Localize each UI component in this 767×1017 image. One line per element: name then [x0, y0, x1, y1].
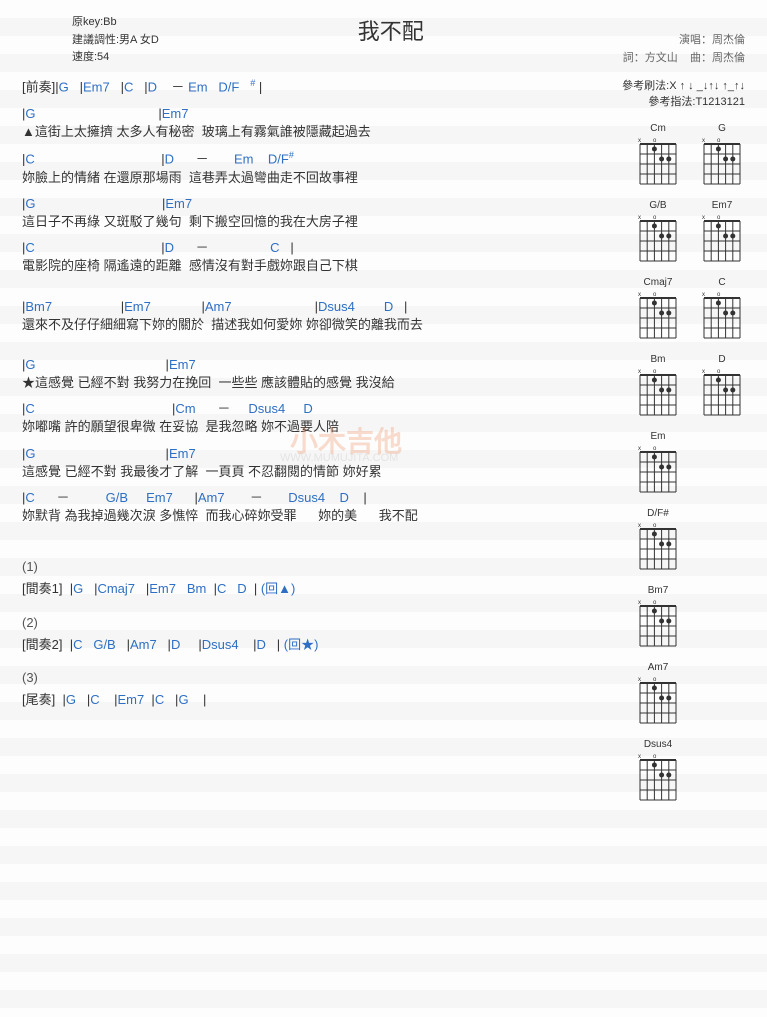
singer-line: 演唱：周杰倫 — [623, 32, 745, 50]
chord-label: Em — [635, 431, 681, 442]
chord-label: Am7 — [635, 662, 681, 673]
diagram-row: G/B x o Em7 — [635, 200, 745, 263]
lyric-line: 電影院的座椅 隔遙遠的距離 感情沒有對手戲妳跟自己下棋 — [22, 257, 595, 275]
line-block: |C |D － Em D/F#妳臉上的情緒 在還原那場雨 這巷弄太過彎曲走不回故… — [22, 149, 595, 187]
watermark-url: WWW.MUMUJITA.COM — [280, 452, 398, 464]
tempo: 速度:54 — [72, 49, 159, 67]
chord-label: Em7 — [699, 200, 745, 211]
lyric-line: 這感覺 已經不對 我最後才了解 一頁頁 不忍翻閱的情節 妳好累 — [22, 463, 595, 481]
line-block: |G |Em7▲這街上太擁擠 太多人有秘密 玻璃上有霧氣誰被隱藏起過去 — [22, 105, 595, 141]
outro-line: [間奏1] |G |Cmaj7 |Em7 Bm |C D | (回▲) — [22, 580, 595, 598]
chord-diagram-G: G x o — [699, 123, 745, 186]
chord-label: D — [699, 354, 745, 365]
svg-text:x: x — [702, 215, 705, 221]
pre-chorus: |Bm7 |Em7 |Am7 |Dsus4 D |還來不及仔仔細細寫下妳的關於 … — [22, 298, 595, 334]
svg-text:x: x — [638, 754, 641, 760]
chord-label: D/F# — [635, 508, 681, 519]
meta-right: 演唱：周杰倫 詞：方文山 曲：周杰倫 — [623, 14, 745, 67]
chord-line: |C |D － C | — [22, 239, 595, 257]
svg-text:x: x — [638, 600, 641, 606]
svg-text:x: x — [638, 677, 641, 683]
diagram-row: D/F# x o — [635, 508, 745, 571]
line-block: |G |Em7★這感覺 已經不對 我努力在挽回 一些些 應該體貼的感覺 我沒給 — [22, 356, 595, 392]
lyric-line: 這日子不再綠 又斑駁了幾句 剩下搬空回憶的我在大房子裡 — [22, 213, 595, 231]
lyric-line: ★這感覺 已經不對 我努力在挽回 一些些 應該體貼的感覺 我沒給 — [22, 374, 595, 392]
chord-label: G — [699, 123, 745, 134]
section-number: (1) — [22, 559, 595, 574]
chord-diagram-DF: D/F# x o — [635, 508, 681, 571]
meta-left: 原key:Bb 建議調性:男A 女D 速度:54 — [72, 14, 159, 67]
chord-line: |Bm7 |Em7 |Am7 |Dsus4 D | — [22, 298, 595, 316]
chord-diagram-Bm7: Bm7 x o — [635, 585, 681, 648]
chord-diagram-C: C x o — [699, 277, 745, 340]
pick-pattern: 參考指法:T1213121 — [545, 93, 745, 109]
chord-diagram-Cm: Cm x o — [635, 123, 681, 186]
chord-diagram-Em: Em x o — [635, 431, 681, 494]
diagram-row: Bm7 x o — [635, 585, 745, 648]
svg-text:x: x — [638, 292, 641, 298]
line-block: |Bm7 |Em7 |Am7 |Dsus4 D |還來不及仔仔細細寫下妳的關於 … — [22, 298, 595, 334]
diagram-row: Am7 x o — [635, 662, 745, 725]
outro-line: [尾奏] |G |C |Em7 |C |G | — [22, 691, 595, 709]
chord-diagram-Bm: Bm x o — [635, 354, 681, 417]
lyric-line: ▲這街上太擁擠 太多人有秘密 玻璃上有霧氣誰被隱藏起過去 — [22, 123, 595, 141]
svg-text:x: x — [702, 138, 705, 144]
diagram-row: Bm x o D — [635, 354, 745, 417]
svg-text:x: x — [638, 138, 641, 144]
svg-text:x: x — [638, 523, 641, 529]
chord-diagrams-column: 參考刷法:X ↑ ↓ _↓↑↓ ↑_↑↓ 參考指法:T1213121 Cm x … — [605, 77, 745, 816]
section-number: (2) — [22, 615, 595, 630]
chord-line: |G |Em7 — [22, 105, 595, 123]
chord-line: |G |Em7 — [22, 195, 595, 213]
chord-label: Bm7 — [635, 585, 681, 596]
chord-diagram-D: D x o — [699, 354, 745, 417]
suggested-key: 建議調性:男A 女D — [72, 32, 159, 50]
header: 原key:Bb 建議調性:男A 女D 速度:54 我不配 演唱：周杰倫 詞：方文… — [22, 14, 745, 67]
diagram-row: Dsus4 x o — [635, 739, 745, 802]
chord-diagram-Am7: Am7 x o — [635, 662, 681, 725]
svg-text:x: x — [638, 215, 641, 221]
lyric-line: 還來不及仔仔細細寫下妳的關於 描述我如何愛妳 妳卻微笑的離我而去 — [22, 316, 595, 334]
chord-line: |C － G/B Em7 |Am7 － Dsus4 D | — [22, 489, 595, 507]
line-block: |C |D － C |電影院的座椅 隔遙遠的距離 感情沒有對手戲妳跟自己下棋 — [22, 239, 595, 275]
chord-diagram-Cmaj7: Cmaj7 x o — [635, 277, 681, 340]
diagram-row: Em x o — [635, 431, 745, 494]
chord-label: Dsus4 — [635, 739, 681, 750]
chord-line: |C |Cm － Dsus4 D — [22, 400, 595, 418]
chord-label: Cmaj7 — [635, 277, 681, 288]
orig-key: 原key:Bb — [72, 14, 159, 32]
line-block: |C － G/B Em7 |Am7 － Dsus4 D |妳默背 為我掉過幾次淚… — [22, 489, 595, 525]
pattern-info: 參考刷法:X ↑ ↓ _↓↑↓ ↑_↑↓ 參考指法:T1213121 — [545, 77, 745, 109]
chord-diagram-Dsus4: Dsus4 x o — [635, 739, 681, 802]
svg-text:x: x — [638, 446, 641, 452]
svg-text:x: x — [638, 369, 641, 375]
chord-diagram-Em7: Em7 x o — [699, 200, 745, 263]
section-number: (3) — [22, 670, 595, 685]
song-title: 我不配 — [159, 14, 623, 46]
diagram-row: Cmaj7 x o C — [635, 277, 745, 340]
chord-diagram-GB: G/B x o — [635, 200, 681, 263]
line-block: |G |Em7這日子不再綠 又斑駁了幾句 剩下搬空回憶的我在大房子裡 — [22, 195, 595, 231]
outro-line: [間奏2] |C G/B |Am7 |D |Dsus4 |D | (回★) — [22, 636, 595, 654]
lyric-line: 妳默背 為我掉過幾次淚 多憔悴 而我心碎妳受罪 妳的美 我不配 — [22, 507, 595, 525]
credits-line: 詞：方文山 曲：周杰倫 — [623, 50, 745, 68]
lyric-line: 妳臉上的情緒 在還原那場雨 這巷弄太過彎曲走不回故事裡 — [22, 169, 595, 187]
diagram-row: Cm x o G — [635, 123, 745, 186]
verse1: |G |Em7▲這街上太擁擠 太多人有秘密 玻璃上有霧氣誰被隱藏起過去|C |D… — [22, 105, 595, 276]
svg-text:x: x — [702, 292, 705, 298]
chord-label: Cm — [635, 123, 681, 134]
chord-line: |G |Em7 — [22, 356, 595, 374]
intro-line: [前奏]|G |Em7 |C |D － Em D/F # | — [22, 77, 595, 97]
page-content: 原key:Bb 建議調性:男A 女D 速度:54 我不配 演唱：周杰倫 詞：方文… — [0, 0, 767, 816]
chord-label: Bm — [635, 354, 681, 365]
strum-pattern: 參考刷法:X ↑ ↓ _↓↑↓ ↑_↑↓ — [545, 77, 745, 93]
chord-label: C — [699, 277, 745, 288]
outros: (1) [間奏1] |G |Cmaj7 |Em7 Bm |C D | (回▲) (2… — [22, 559, 595, 709]
chord-line: |C |D － Em D/F# — [22, 149, 595, 169]
chord-label: G/B — [635, 200, 681, 211]
svg-text:x: x — [702, 369, 705, 375]
